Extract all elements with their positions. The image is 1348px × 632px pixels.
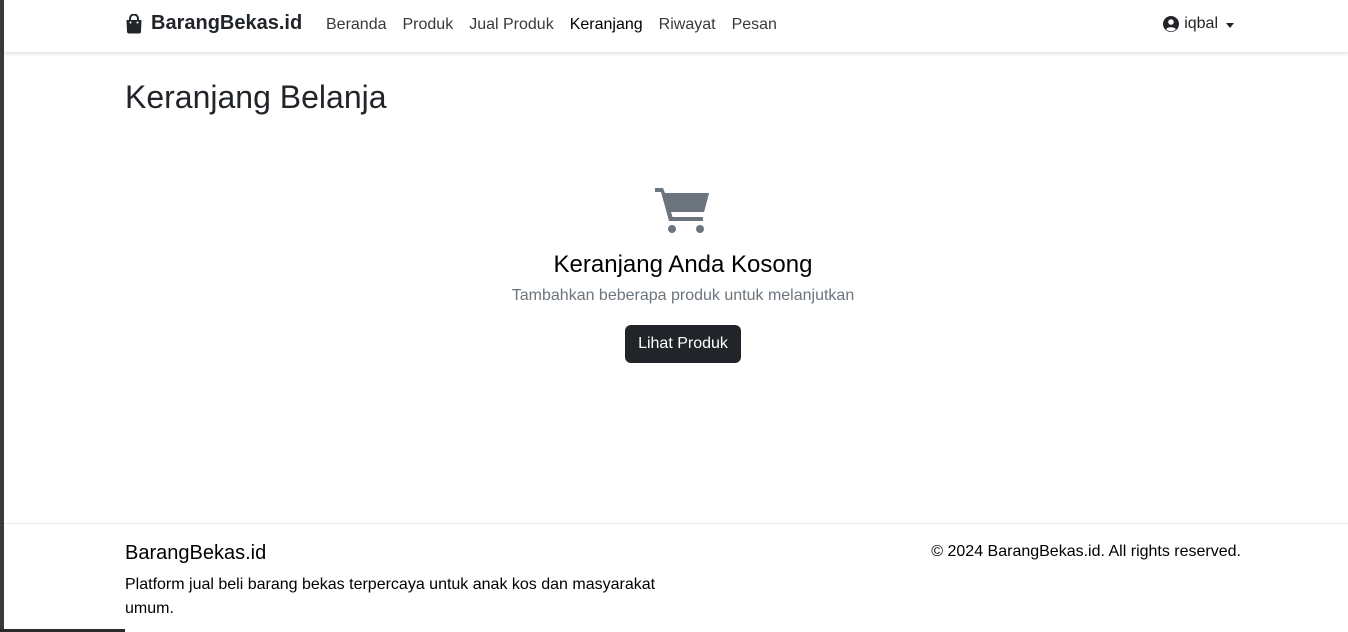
footer: BarangBekas.id Platform jual beli barang… — [4, 523, 1348, 632]
footer-brand: BarangBekas.id — [125, 542, 267, 564]
user-dropdown[interactable]: iqbal — [1163, 15, 1234, 33]
nav-link-keranjang[interactable]: Keranjang — [562, 15, 651, 35]
empty-cart-subtitle: Tambahkan beberapa produk untuk melanjut… — [511, 287, 855, 304]
nav-link-riwayat[interactable]: Riwayat — [651, 15, 724, 35]
brand-name: BarangBekas.id — [151, 12, 303, 34]
shopping-bag-icon — [126, 13, 142, 33]
user-circle-icon — [1163, 16, 1180, 32]
nav-link-pesan[interactable]: Pesan — [724, 15, 785, 35]
user-name: iqbal — [1184, 15, 1218, 32]
empty-cart-title: Keranjang Anda Kosong — [553, 251, 813, 278]
view-products-button[interactable]: Lihat Produk — [625, 325, 741, 363]
nav-links: Beranda Produk Jual Produk Keranjang Riw… — [318, 15, 785, 35]
empty-cart-state: Keranjang Anda Kosong Tambahkan beberapa… — [4, 184, 1348, 363]
chevron-down-icon — [1226, 22, 1234, 28]
nav-link-jual-produk[interactable]: Jual Produk — [461, 15, 562, 35]
page: BarangBekas.id Beranda Produk Jual Produ… — [0, 0, 1348, 632]
brand-link[interactable]: BarangBekas.id — [125, 12, 302, 35]
cart-icon — [655, 188, 709, 233]
nav-link-produk[interactable]: Produk — [395, 15, 462, 35]
nav-link-beranda[interactable]: Beranda — [318, 15, 395, 35]
footer-description: Platform jual beli barang bekas terperca… — [125, 576, 656, 617]
footer-copyright: © 2024 BarangBekas.id. All rights reserv… — [931, 543, 1241, 560]
navbar: BarangBekas.id Beranda Produk Jual Produ… — [4, 0, 1348, 53]
page-title: Keranjang Belanja — [125, 79, 387, 115]
